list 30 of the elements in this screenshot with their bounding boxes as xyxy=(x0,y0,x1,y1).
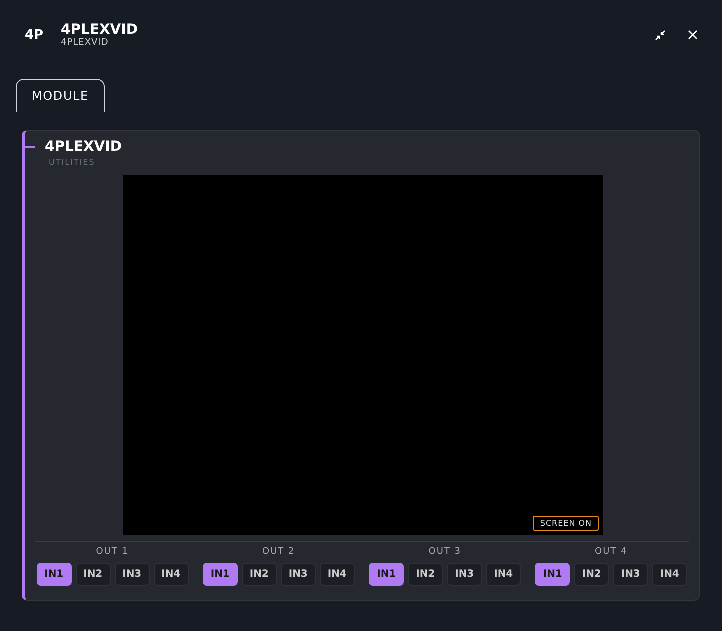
input-button[interactable]: IN1 xyxy=(535,563,570,586)
screen-status: SCREEN ON xyxy=(533,516,599,531)
input-button[interactable]: IN4 xyxy=(154,563,189,586)
collapse-icon xyxy=(655,30,666,40)
input-button[interactable]: IN1 xyxy=(369,563,404,586)
input-button[interactable]: IN4 xyxy=(486,563,522,586)
window-title: 4PLEXVID xyxy=(61,22,138,38)
module-subtitle: UTILITIES xyxy=(49,158,96,167)
input-button[interactable]: IN1 xyxy=(36,563,72,586)
output-label: OUT 4 xyxy=(594,547,628,557)
input-button[interactable]: IN2 xyxy=(76,563,111,586)
output-label: OUT 1 xyxy=(96,547,129,557)
accent-dash xyxy=(25,146,35,148)
input-button[interactable]: IN3 xyxy=(280,563,316,586)
input-button[interactable]: IN3 xyxy=(447,563,482,586)
input-button[interactable]: IN4 xyxy=(652,563,688,586)
window-subtitle: 4PLEXVID xyxy=(61,38,110,48)
input-button[interactable]: IN2 xyxy=(408,563,444,586)
input-button[interactable]: IN3 xyxy=(613,563,648,586)
input-button[interactable]: IN2 xyxy=(574,563,610,586)
module-tab[interactable]: MODULE xyxy=(16,79,105,112)
module-abbreviation: 4P xyxy=(25,28,45,42)
output-label: OUT 3 xyxy=(428,547,462,557)
input-button[interactable]: IN1 xyxy=(202,563,238,586)
output-label: OUT 2 xyxy=(262,547,296,557)
input-button[interactable]: IN2 xyxy=(242,563,277,586)
close-icon xyxy=(688,30,698,40)
module-title: 4PLEXVID xyxy=(45,139,122,155)
input-button[interactable]: IN4 xyxy=(320,563,355,586)
input-button[interactable]: IN3 xyxy=(114,563,150,586)
